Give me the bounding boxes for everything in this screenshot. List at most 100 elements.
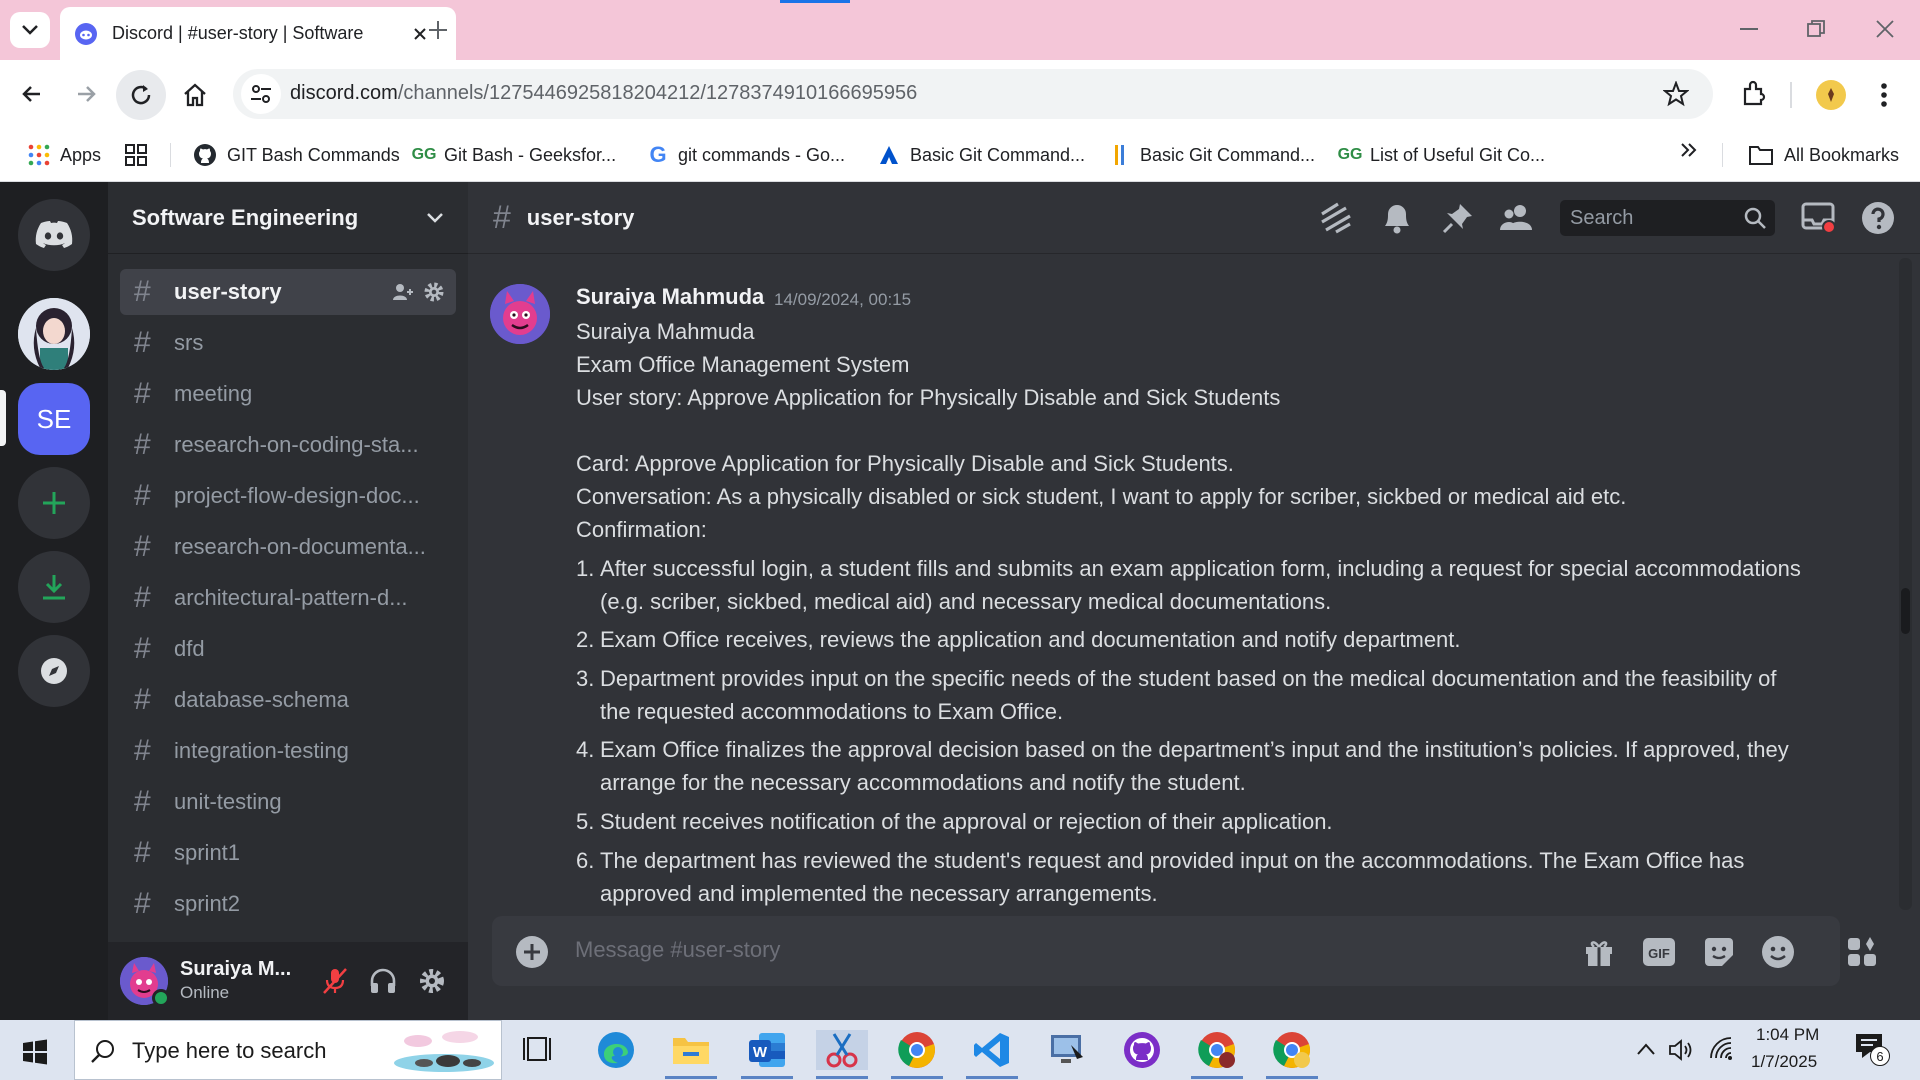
taskbar-time[interactable]: 1:04 PM [1756,1025,1819,1045]
confirmation-list-item: 3. Department provides input on the speci… [576,662,1806,728]
windows-start-icon[interactable] [22,1039,48,1065]
bookmark-basic-git-commands-2[interactable]: Basic Git Command... [1112,138,1315,172]
tab-search-button[interactable] [10,12,50,48]
create-invite-icon[interactable] [392,282,414,302]
threads-icon[interactable] [1318,200,1354,236]
channel-research-on-documentation[interactable]: # research-on-documenta... [120,524,456,570]
pinned-messages-icon[interactable] [1440,200,1476,236]
forward-icon[interactable] [74,82,98,106]
notification-center-button[interactable]: 6 [1854,1032,1894,1070]
channel-meeting[interactable]: # meeting [120,371,456,417]
all-bookmarks-button[interactable]: All Bookmarks [1748,138,1899,172]
chat-scrollbar-thumb[interactable] [1901,588,1910,634]
taskbar-vscode[interactable] [971,1030,1013,1070]
channel-sprint2[interactable]: # sprint2 [120,881,456,927]
app-launcher-icon[interactable] [1845,935,1879,969]
google-icon: G [649,142,667,167]
taskbar-chrome-profile-2[interactable] [1271,1030,1313,1070]
new-tab-icon[interactable] [426,18,450,42]
bookmark-tab-groups[interactable] [124,138,148,172]
channel-label: sprint1 [174,840,241,865]
muted-microphone-icon[interactable] [320,966,350,996]
bookmark-list-of-git-commands[interactable]: GG List of Useful Git Co... [1337,138,1546,172]
bookmark-git-commands-google[interactable]: G git commands - Go... [648,138,845,172]
taskbar-chrome[interactable] [896,1030,938,1070]
channel-sprint1[interactable]: # sprint1 [120,830,456,876]
bookmark-basic-git-atlassian[interactable]: Basic Git Command... [878,138,1085,172]
extensions-icon[interactable] [1740,80,1768,108]
list-number: 1. [576,556,595,581]
channel-research-on-coding[interactable]: # research-on-coding-sta... [120,422,456,468]
headphones-icon[interactable] [368,966,398,996]
gift-icon[interactable] [1582,935,1616,969]
chevron-down-icon [427,212,443,223]
bookmark-divider [170,143,171,167]
bookmark-git-bash-geeksforgeeks[interactable]: GG Git Bash - Geeksfor... [412,138,617,172]
taskbar-edge[interactable] [595,1030,637,1070]
browser-tab[interactable]: Discord | #user-story | Software [60,7,456,60]
compass-icon [41,658,67,684]
taskbar-snipping-tool[interactable] [816,1030,868,1070]
restore-icon[interactable] [1807,20,1825,38]
volume-icon[interactable] [1668,1038,1694,1062]
chat-scrollbar-track[interactable] [1899,258,1912,910]
user-settings-icon[interactable] [417,966,447,996]
direct-messages-button[interactable] [18,199,90,271]
profile-avatar[interactable] [1816,80,1846,110]
download-apps-button[interactable] [18,551,90,623]
add-server-button[interactable] [18,467,90,539]
download-icon [43,575,65,600]
message-author-name[interactable]: Suraiya Mahmuda [576,284,764,310]
server-header[interactable]: Software Engineering [108,182,468,254]
gfg-icon: GG [1337,146,1363,163]
bookmark-star-icon[interactable] [1663,81,1689,107]
minimize-icon[interactable] [1740,28,1758,32]
help-icon[interactable] [1860,200,1896,236]
taskbar-github-desktop[interactable] [1121,1030,1163,1070]
upload-plus-icon[interactable] [515,935,549,969]
server-icon-anime[interactable] [18,298,90,370]
channel-settings-icon[interactable] [422,280,446,304]
sticker-icon[interactable] [1702,935,1736,969]
more-bookmarks-icon[interactable] [1680,141,1698,159]
channel-architectural-pattern[interactable]: # architectural-pattern-d... [120,575,456,621]
explore-servers-button[interactable] [18,635,90,707]
taskbar-chrome-profile-1[interactable] [1196,1030,1238,1070]
online-status-dot [152,989,170,1007]
member-list-icon[interactable] [1498,200,1536,236]
message-author-avatar[interactable] [490,284,550,344]
atlassian-icon [880,146,898,164]
channel-srs[interactable]: # srs [120,320,456,366]
channel-dfd[interactable]: # dfd [120,626,456,672]
emoji-icon[interactable] [1761,935,1795,969]
channel-project-flow-design[interactable]: # project-flow-design-doc... [120,473,456,519]
bookmark-git-bash-commands[interactable]: GIT Bash Commands [193,138,400,172]
channel-unit-testing[interactable]: # unit-testing [120,779,456,825]
chrome-icon [1273,1032,1310,1068]
loading-indicator [780,0,850,3]
notification-bell-icon[interactable] [1380,200,1414,236]
back-icon[interactable] [20,82,44,106]
taskbar-remote-desktop[interactable] [1046,1030,1088,1070]
channel-database-schema[interactable]: # database-schema [120,677,456,723]
list-text: Department provides input on the specifi… [600,666,1777,724]
task-view-icon[interactable] [518,1030,560,1070]
confirmation-list-item: 2. Exam Office receives, reviews the appl… [576,623,1806,656]
gif-icon[interactable]: GIF [1642,936,1676,968]
inbox-icon[interactable] [1800,200,1836,236]
taskbar-word[interactable]: W [746,1030,788,1070]
taskbar-search-placeholder: Type here to search [132,1038,327,1063]
show-hidden-icons-icon[interactable] [1636,1042,1656,1056]
more-menu-icon[interactable] [1880,82,1888,108]
running-app-indicator [816,1076,868,1079]
close-window-icon[interactable] [1876,20,1894,38]
reload-icon [131,85,151,105]
channel-user-story[interactable]: # user-story [120,269,456,315]
taskbar-file-explorer[interactable] [670,1030,712,1070]
channel-integration-testing[interactable]: # integration-testing [120,728,456,774]
home-icon[interactable] [182,82,208,108]
server-icon-software-engineering[interactable]: SE [18,383,90,455]
wifi-icon[interactable] [1708,1036,1734,1062]
taskbar-date[interactable]: 1/7/2025 [1751,1052,1817,1072]
bookmark-apps[interactable]: Apps [28,138,101,172]
